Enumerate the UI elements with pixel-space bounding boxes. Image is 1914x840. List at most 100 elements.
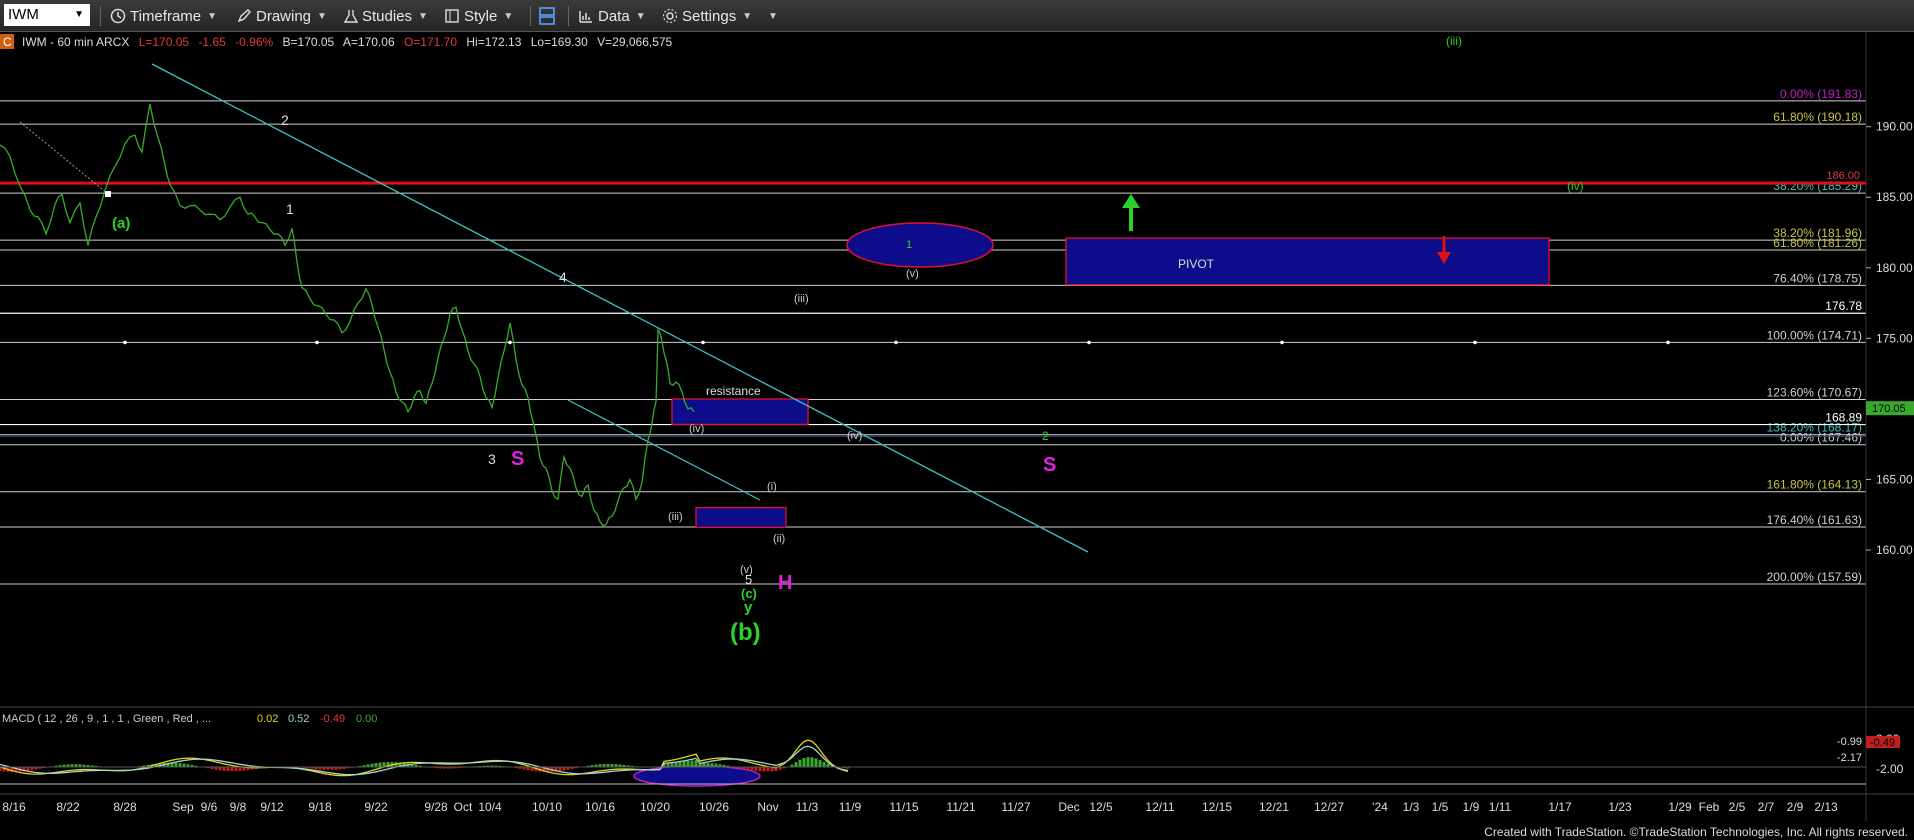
time-tick-label: Nov xyxy=(757,800,778,814)
symbol-input[interactable]: IWM ▼ xyxy=(4,4,90,26)
macd-tag-label: -0.99 xyxy=(1837,736,1862,748)
timeframe-label: Timeframe xyxy=(130,7,202,25)
pivot-zone[interactable] xyxy=(1065,237,1550,286)
time-tick-label: 1/3 xyxy=(1403,800,1420,814)
time-tick-label: 9/6 xyxy=(201,800,218,814)
time-tick-label: 9/8 xyxy=(230,800,247,814)
time-tick-label: 11/3 xyxy=(796,800,819,814)
projection-dot xyxy=(1087,340,1091,345)
studies-menu[interactable]: Studies ▼ xyxy=(344,5,428,27)
wave-label: (iii) xyxy=(794,293,809,305)
support-zone[interactable] xyxy=(695,507,787,529)
projection-dot xyxy=(123,340,127,345)
toolbar-overflow-icon[interactable]: ▼ xyxy=(762,5,778,27)
macd-level-label: -2.17 xyxy=(1837,752,1862,764)
pct-change: -0.96% xyxy=(235,35,273,49)
fib-level-label: 76.40% (178.75) xyxy=(1773,271,1862,285)
volume-value: V=29,066,575 xyxy=(597,35,672,49)
wave-label: 3 xyxy=(488,451,496,467)
projection-dot xyxy=(701,340,705,345)
price-chart[interactable]: C IWM - 60 min ARCX L=170.05 -1.65 -0.96… xyxy=(0,32,1914,822)
time-tick-label: 8/16 xyxy=(2,800,26,814)
symbol-line: IWM - 60 min ARCX xyxy=(22,35,129,49)
settings-menu[interactable]: Settings ▼ xyxy=(662,5,752,27)
bar-chart-icon xyxy=(579,11,592,23)
style-label: Style xyxy=(464,7,498,25)
time-tick-label: 9/18 xyxy=(308,800,332,814)
settings-label: Settings xyxy=(682,7,737,25)
macd-avg-value: 0.52 xyxy=(288,713,309,725)
time-tick-label: 12/11 xyxy=(1145,800,1174,814)
time-tick-label: Feb xyxy=(1699,800,1720,814)
price-tick-label: 160.00 xyxy=(1876,543,1913,557)
time-tick-label: '24 xyxy=(1372,800,1388,814)
resistance-label: resistance xyxy=(706,384,761,398)
low-value: Lo=169.30 xyxy=(531,35,588,49)
macd-hist-tag-label: -0.49 xyxy=(1870,737,1895,749)
wave-label: S xyxy=(511,448,524,470)
data-menu[interactable]: Data ▼ xyxy=(578,5,646,27)
wave-label: (a) xyxy=(112,215,130,232)
time-tick-label: 2/7 xyxy=(1758,800,1775,814)
price-tick-label: 175.00 xyxy=(1876,331,1913,345)
drawing-menu[interactable]: Drawing ▼ xyxy=(236,5,327,27)
time-tick-label: 1/23 xyxy=(1608,800,1632,814)
wave-label: (v) xyxy=(906,268,919,280)
wave-label: (iii) xyxy=(668,511,683,523)
chevron-down-icon: ▼ xyxy=(503,10,514,22)
time-tick-label: 9/28 xyxy=(424,800,448,814)
studies-label: Studies xyxy=(362,7,413,25)
layout-icon xyxy=(539,7,555,25)
fib-level-label: 123.60% (170.67) xyxy=(1767,385,1862,399)
time-tick-label: 10/26 xyxy=(699,800,729,814)
macd-label: MACD ( 12 , 26 , 9 , 1 , 1 , Green , Red… xyxy=(2,713,211,725)
anchor-point[interactable] xyxy=(105,191,111,197)
chevron-down-icon: ▼ xyxy=(418,10,428,22)
price-tick-label: 165.00 xyxy=(1876,472,1913,486)
fib-level-label: 176.40% (161.63) xyxy=(1767,513,1862,527)
time-tick-label: 1/11 xyxy=(1489,800,1512,814)
price-tick-label: 180.00 xyxy=(1876,261,1913,275)
chevron-down-icon: ▼ xyxy=(742,10,753,22)
price-tick-label: 185.00 xyxy=(1876,190,1913,204)
toolbar: IWM ▼ Timeframe ▼ Drawing ▼ Studies ▼ Style… xyxy=(0,0,1914,32)
chevron-down-icon: ▼ xyxy=(317,10,327,22)
symbol-dropdown-icon[interactable]: ▼ xyxy=(74,4,84,26)
timeframe-menu[interactable]: Timeframe ▼ xyxy=(110,5,217,27)
time-tick-label: 11/15 xyxy=(889,800,918,814)
ask-value: A=170.06 xyxy=(343,35,395,49)
time-tick-label: 10/16 xyxy=(585,800,615,814)
chart-background xyxy=(0,32,1914,822)
pencil-icon xyxy=(237,9,251,23)
wave-label: (ii) xyxy=(773,533,785,545)
chevron-down-icon: ▼ xyxy=(207,10,218,22)
fib-level-label: 161.80% (164.13) xyxy=(1767,478,1862,492)
fib-level-label: 0.00% (191.83) xyxy=(1780,87,1862,101)
time-tick-label: Sep xyxy=(172,800,194,814)
target-ellipse[interactable] xyxy=(846,222,994,268)
time-tick-label: 2/5 xyxy=(1729,800,1746,814)
level-176-78-label: 176.78 xyxy=(1825,299,1862,313)
time-tick-label: 8/22 xyxy=(56,800,80,814)
open-value: O=171.70 xyxy=(404,35,457,49)
resistance-zone[interactable] xyxy=(671,398,809,426)
clock-icon xyxy=(110,8,126,24)
drawing-label: Drawing xyxy=(256,7,312,25)
svg-text:IWM - 60 min ARCX L=170.0: IWM - 60 min ARCX L=170.05 -1.65 -0.96% … xyxy=(22,35,673,49)
time-tick-label: 2/9 xyxy=(1787,800,1804,814)
projection-dot xyxy=(1473,340,1477,345)
style-menu[interactable]: Style ▼ xyxy=(444,5,513,27)
projection-dot xyxy=(508,340,512,345)
fib-level-label: 100.00% (174.71) xyxy=(1767,328,1862,342)
chevron-down-icon: ▼ xyxy=(635,10,646,22)
time-tick-label: 1/5 xyxy=(1432,800,1449,814)
time-tick-label: 11/9 xyxy=(839,800,862,814)
time-tick-label: 8/28 xyxy=(113,800,137,814)
wave-label: 2 xyxy=(1042,429,1049,443)
bid-value: B=170.05 xyxy=(283,35,335,49)
time-tick-label: 9/12 xyxy=(260,800,284,814)
layout-button[interactable] xyxy=(538,5,560,27)
wave-label: 1 xyxy=(906,239,912,251)
projection-dot xyxy=(1666,340,1670,345)
wave-label: 2 xyxy=(281,112,289,128)
